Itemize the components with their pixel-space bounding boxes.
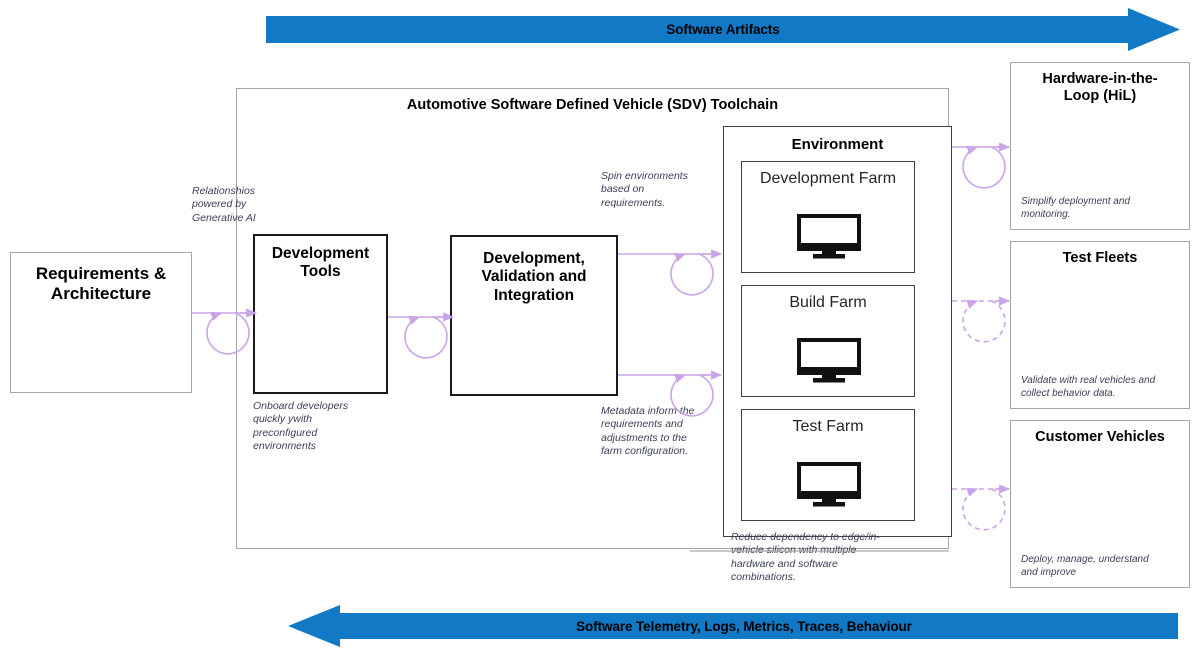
note-spin-environments: Spin environments based on requirements.	[601, 170, 688, 209]
build-farm-box[interactable]: Build Farm	[741, 285, 915, 397]
hardware-in-the-loop-box[interactable]: Hardware-in-the- Loop (HiL) Simplify dep…	[1010, 62, 1190, 230]
connector-environment-to-hil	[952, 142, 1011, 189]
test-fleets-box[interactable]: Test Fleets Validate with real vehicles …	[1010, 241, 1190, 409]
connector-environment-to-customer-vehicles	[952, 484, 1011, 531]
note-reduce-dependency: Reduce dependency to edge/in- vehicle si…	[731, 531, 880, 584]
monitor-icon	[796, 214, 862, 265]
note-deploy-manage: Deploy, manage, understand and improve	[1021, 554, 1149, 578]
test-fleets-title: Test Fleets	[1062, 250, 1138, 266]
development-farm-label: Development Farm	[759, 170, 897, 187]
hardware-in-the-loop-title: Hardware-in-the- Loop (HiL)	[1042, 71, 1158, 105]
test-farm-label: Test Farm	[792, 418, 864, 435]
note-simplify-deployment: Simplify deployment and monitoring.	[1021, 196, 1130, 220]
note-metadata-inform: Metadata inform the requirements and adj…	[601, 405, 695, 458]
monitor-icon	[796, 462, 862, 513]
requirements-architecture-title: Requirements & Architecture	[35, 264, 167, 304]
development-validation-integration-box[interactable]: Development, Validation and Integration	[450, 235, 618, 396]
customer-vehicles-box[interactable]: Customer Vehicles Deploy, manage, unders…	[1010, 420, 1190, 588]
sdv-toolchain-title: Automotive Software Defined Vehicle (SDV…	[406, 97, 779, 113]
note-validate-real-vehicles: Validate with real vehicles and collect …	[1021, 375, 1156, 399]
development-validation-integration-title: Development, Validation and Integration	[481, 250, 587, 304]
sdv-toolchain-diagram: Software Artifacts Software Telemetry, L…	[0, 0, 1200, 656]
customer-vehicles-title: Customer Vehicles	[1035, 429, 1165, 445]
bottom-banner-software-telemetry: Software Telemetry, Logs, Metrics, Trace…	[288, 605, 1178, 647]
note-relationships-generative-ai: Relationshios powered by Generative AI	[192, 185, 256, 224]
note-onboard-developers: Onboard developers quickly ywith preconf…	[253, 400, 349, 453]
connector-environment-to-test-fleets	[952, 296, 1011, 343]
build-farm-label: Build Farm	[789, 294, 867, 311]
environment-title: Environment	[791, 136, 884, 153]
bottom-banner-label: Software Telemetry, Logs, Metrics, Trace…	[576, 618, 912, 634]
test-farm-box[interactable]: Test Farm	[741, 409, 915, 521]
development-tools-box[interactable]: Development Tools	[253, 234, 388, 394]
development-farm-box[interactable]: Development Farm	[741, 161, 915, 273]
monitor-icon	[796, 338, 862, 389]
top-banner-software-artifacts: Software Artifacts	[266, 8, 1180, 51]
top-banner-label: Software Artifacts	[666, 22, 780, 37]
requirements-architecture-box[interactable]: Requirements & Architecture	[10, 252, 192, 393]
development-tools-title: Development Tools	[271, 245, 370, 281]
